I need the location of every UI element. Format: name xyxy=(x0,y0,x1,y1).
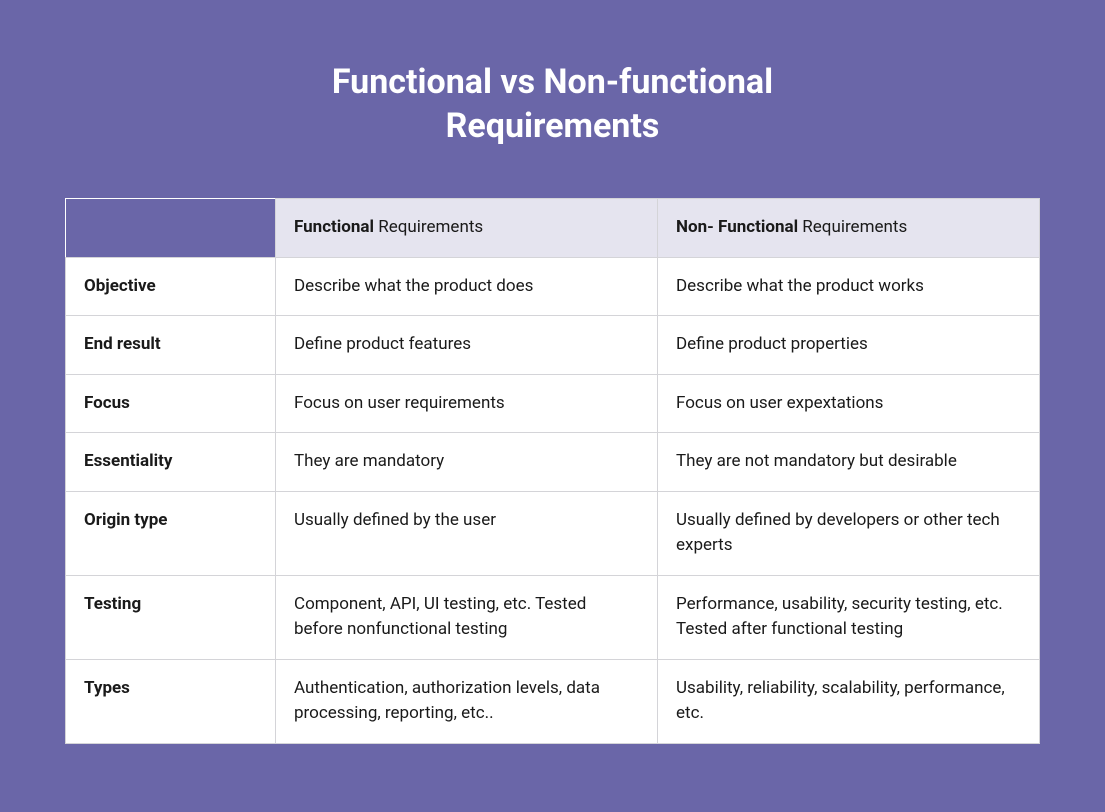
row-label: Origin type xyxy=(66,491,276,575)
cell-nonfunctional: Focus on user expextations xyxy=(658,374,1040,433)
cell-nonfunctional: Define product properties xyxy=(658,316,1040,375)
table-row: Origin type Usually defined by the user … xyxy=(66,491,1040,575)
row-label: Types xyxy=(66,659,276,743)
column-header-nonfunctional: Non- Functional Requirements xyxy=(658,199,1040,258)
table-row: Types Authentication, authorization leve… xyxy=(66,659,1040,743)
cell-nonfunctional: Performance, usability, security testing… xyxy=(658,575,1040,659)
cell-nonfunctional: Usually defined by developers or other t… xyxy=(658,491,1040,575)
cell-functional: Authentication, authorization levels, da… xyxy=(276,659,658,743)
row-label: Testing xyxy=(66,575,276,659)
cell-nonfunctional: Usability, reliability, scalability, per… xyxy=(658,659,1040,743)
row-label: End result xyxy=(66,316,276,375)
header-rest: Requirements xyxy=(798,217,907,237)
header-bold: Non- Functional xyxy=(676,217,798,237)
cell-functional: Focus on user requirements xyxy=(276,374,658,433)
header-rest: Requirements xyxy=(374,217,483,237)
cell-nonfunctional: Describe what the product works xyxy=(658,257,1040,316)
row-label: Objective xyxy=(66,257,276,316)
table-body: Objective Describe what the product does… xyxy=(66,257,1040,743)
row-label: Essentiality xyxy=(66,433,276,492)
cell-functional: They are mandatory xyxy=(276,433,658,492)
table-row: Testing Component, API, UI testing, etc.… xyxy=(66,575,1040,659)
row-label: Focus xyxy=(66,374,276,433)
page-title: Functional vs Non-functional Requirement… xyxy=(253,60,853,148)
comparison-table-container: Functional Requirements Non- Functional … xyxy=(65,198,1040,744)
cell-nonfunctional: They are not mandatory but desirable xyxy=(658,433,1040,492)
table-row: Objective Describe what the product does… xyxy=(66,257,1040,316)
table-row: Essentiality They are mandatory They are… xyxy=(66,433,1040,492)
cell-functional: Describe what the product does xyxy=(276,257,658,316)
cell-functional: Usually defined by the user xyxy=(276,491,658,575)
comparison-table: Functional Requirements Non- Functional … xyxy=(65,198,1040,744)
column-header-functional: Functional Requirements xyxy=(276,199,658,258)
table-row: End result Define product features Defin… xyxy=(66,316,1040,375)
table-row: Focus Focus on user requirements Focus o… xyxy=(66,374,1040,433)
table-corner-cell xyxy=(66,199,276,258)
cell-functional: Component, API, UI testing, etc. Tested … xyxy=(276,575,658,659)
table-header-row: Functional Requirements Non- Functional … xyxy=(66,199,1040,258)
cell-functional: Define product features xyxy=(276,316,658,375)
header-bold: Functional xyxy=(294,217,374,237)
